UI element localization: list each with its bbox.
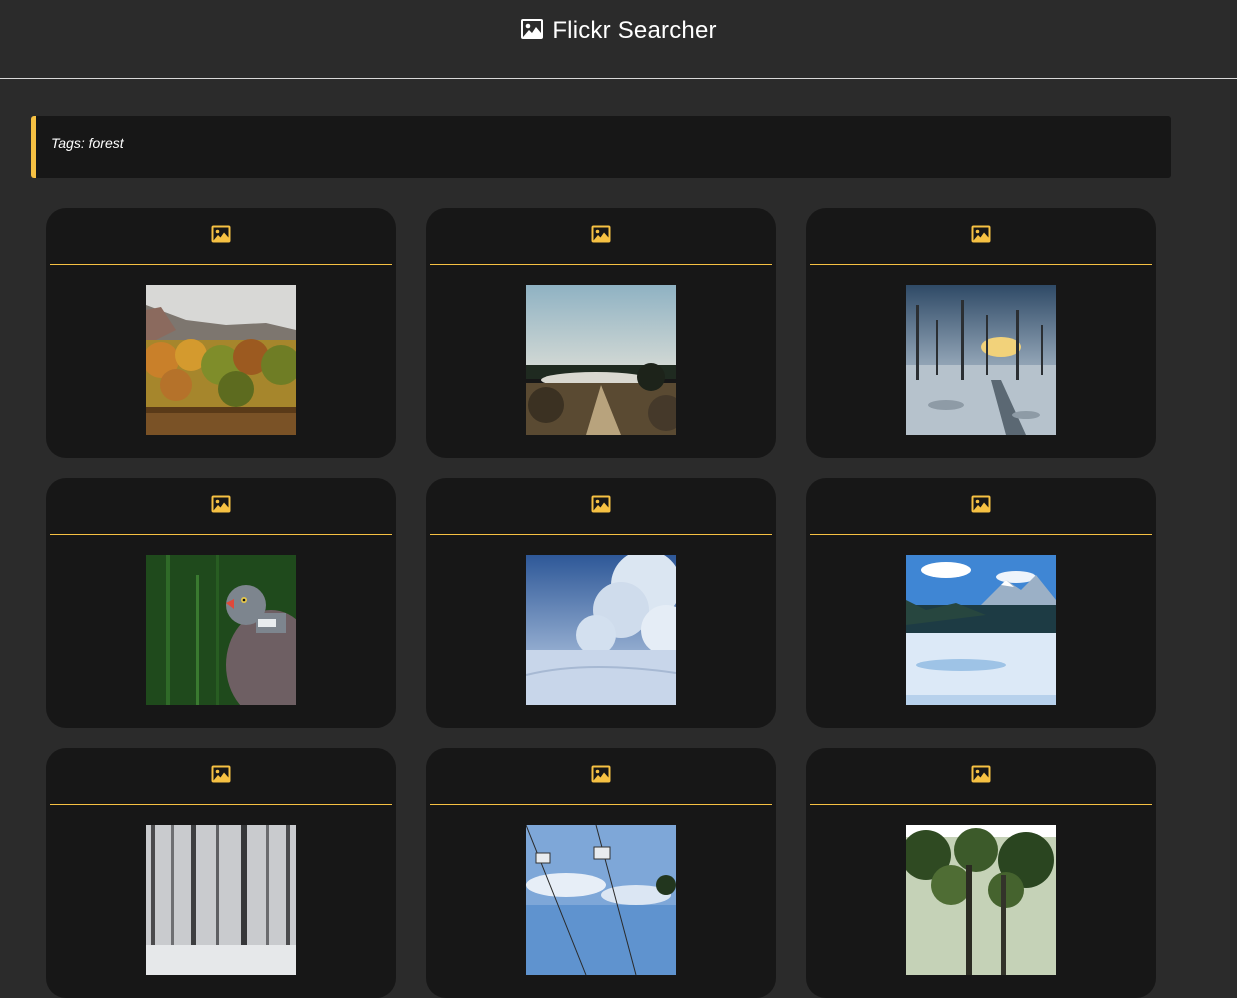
photo-green-forest-canopy[interactable] bbox=[906, 825, 1056, 975]
photo-card[interactable] bbox=[426, 478, 776, 728]
image-icon bbox=[591, 495, 611, 518]
card-header bbox=[430, 208, 772, 265]
photo-wood-pigeon[interactable] bbox=[146, 555, 296, 705]
page-title: Flickr Searcher bbox=[552, 17, 717, 44]
image-icon bbox=[971, 495, 991, 518]
photo-autumn-forest-lake[interactable] bbox=[146, 285, 296, 435]
image-icon bbox=[520, 18, 544, 45]
photo-misty-valley-road[interactable] bbox=[526, 285, 676, 435]
photo-snowy-dead-trees-sunset[interactable] bbox=[906, 285, 1056, 435]
header-brand: Flickr Searcher bbox=[520, 17, 716, 45]
image-icon bbox=[591, 765, 611, 788]
photo-card[interactable] bbox=[426, 208, 776, 458]
photo-card[interactable] bbox=[426, 748, 776, 998]
photo-ski-lift-chairs[interactable] bbox=[526, 825, 676, 975]
image-icon bbox=[211, 765, 231, 788]
card-header bbox=[430, 478, 772, 535]
card-header bbox=[50, 478, 392, 535]
photo-snowy-mountains-forest[interactable] bbox=[906, 555, 1056, 705]
tags-text: Tags: forest bbox=[51, 135, 124, 151]
card-header bbox=[50, 748, 392, 805]
card-header bbox=[810, 208, 1152, 265]
photo-card[interactable] bbox=[46, 478, 396, 728]
photo-card[interactable] bbox=[806, 748, 1156, 998]
image-icon bbox=[591, 225, 611, 248]
photo-card[interactable] bbox=[46, 208, 396, 458]
photo-grid bbox=[46, 208, 1156, 998]
image-icon bbox=[211, 495, 231, 518]
card-header bbox=[430, 748, 772, 805]
image-icon bbox=[211, 225, 231, 248]
photo-snow-covered-branches[interactable] bbox=[526, 555, 676, 705]
photo-card[interactable] bbox=[806, 208, 1156, 458]
image-icon bbox=[971, 765, 991, 788]
app-header: Flickr Searcher bbox=[0, 0, 1237, 79]
image-icon bbox=[971, 225, 991, 248]
photo-card[interactable] bbox=[806, 478, 1156, 728]
photo-card[interactable] bbox=[46, 748, 396, 998]
card-header bbox=[50, 208, 392, 265]
card-header bbox=[810, 748, 1152, 805]
tags-bar: Tags: forest bbox=[31, 116, 1171, 178]
card-header bbox=[810, 478, 1152, 535]
photo-snowy-birch-forest[interactable] bbox=[146, 825, 296, 975]
